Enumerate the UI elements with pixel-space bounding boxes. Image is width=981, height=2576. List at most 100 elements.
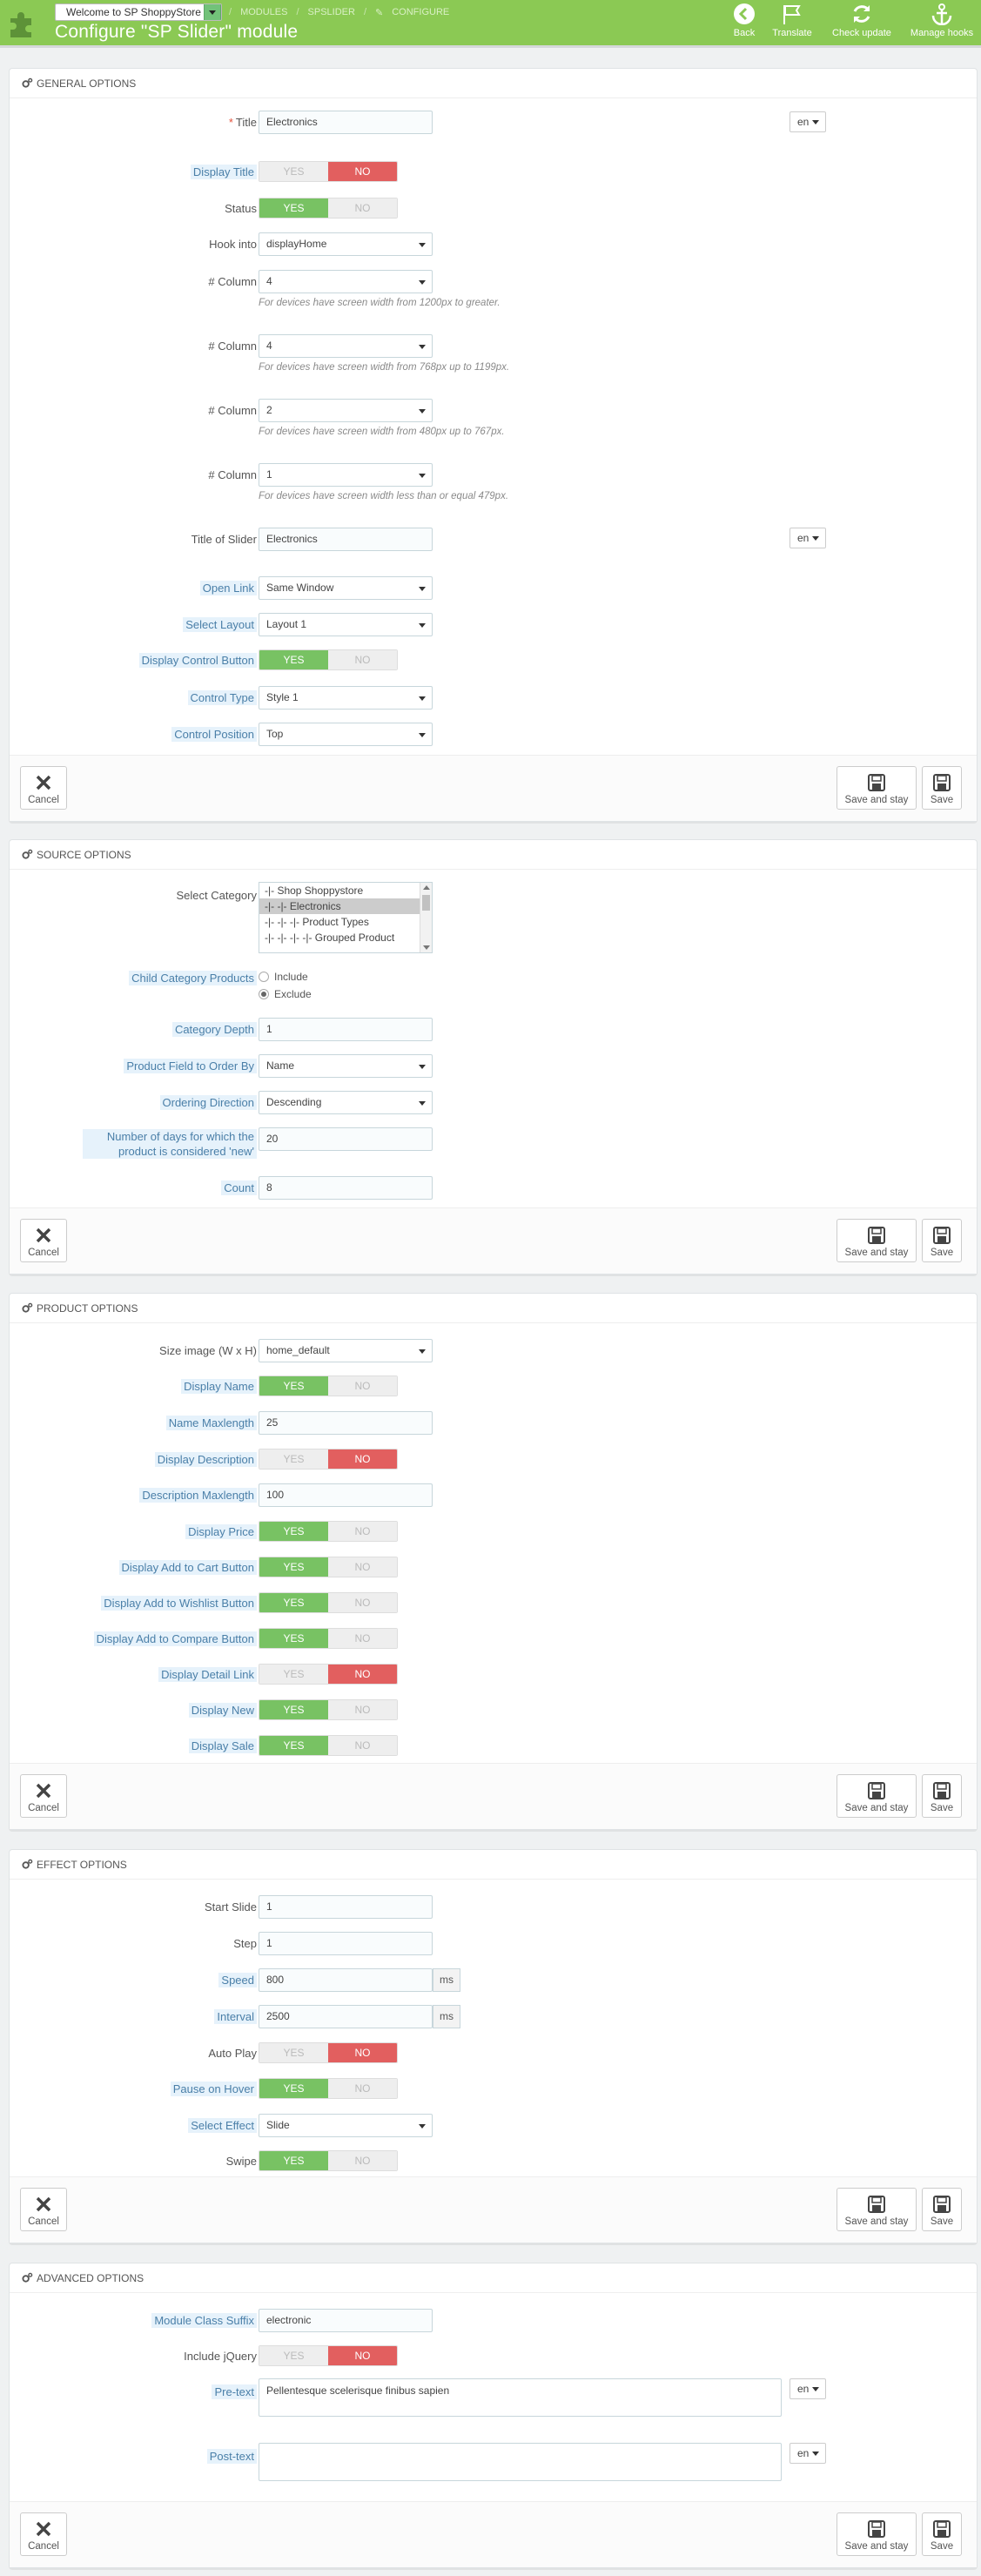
listbox-scrollbar[interactable]: [420, 883, 432, 952]
step-input[interactable]: 1: [259, 1932, 433, 1955]
title-input[interactable]: Electronics: [259, 111, 433, 134]
child-category-label: Child Category Products: [129, 971, 257, 985]
detail-link-switch[interactable]: YES NO: [259, 1664, 398, 1685]
page-title: Configure "SP Slider" module: [55, 22, 299, 42]
slider-title-input[interactable]: Electronics: [259, 528, 433, 551]
class-suffix-input[interactable]: electronic: [259, 2309, 433, 2332]
category-option[interactable]: -|- -|- -|- -|- Grouped Product: [259, 930, 420, 945]
detail-link-label: Display Detail Link: [158, 1667, 257, 1682]
save-button[interactable]: Save: [922, 1774, 962, 1818]
column-help-4: For devices have screen width less than …: [259, 491, 509, 501]
add-to-cart-switch[interactable]: YES NO: [259, 1557, 398, 1577]
category-option[interactable]: -|- -|- Electronics: [259, 898, 420, 914]
open-link-select[interactable]: Same Window: [259, 576, 433, 600]
close-icon: [36, 1227, 51, 1243]
category-option[interactable]: -|- Shop Shoppystore: [259, 883, 420, 898]
swipe-switch[interactable]: YES NO: [259, 2150, 398, 2171]
display-price-switch[interactable]: YES NO: [259, 1521, 398, 1542]
control-position-select[interactable]: Top: [259, 723, 433, 746]
translate-button[interactable]: Translate: [768, 3, 816, 43]
panel-footer: Cancel Save and stay Save: [10, 1763, 977, 1829]
floppy-icon: [933, 774, 951, 791]
control-type-select[interactable]: Style 1: [259, 686, 433, 710]
cancel-button[interactable]: Cancel: [20, 766, 67, 810]
display-description-label: Display Description: [154, 1452, 257, 1467]
column-select-1[interactable]: 4: [259, 270, 433, 293]
select-layout-label: Select Layout: [183, 617, 257, 632]
slider-title-lang-select[interactable]: en: [790, 528, 826, 548]
save-button[interactable]: Save: [922, 766, 962, 810]
floppy-icon: [868, 2520, 885, 2538]
status-switch[interactable]: YES NO: [259, 198, 398, 219]
category-option[interactable]: -|- -|- -|- Product Types: [259, 914, 420, 930]
description-maxlength-input[interactable]: 100: [259, 1483, 433, 1507]
save-and-stay-button[interactable]: Save and stay: [837, 766, 917, 810]
chevron-down-icon[interactable]: [204, 4, 221, 20]
pre-text-lang-select[interactable]: en: [790, 2378, 826, 2399]
start-slide-input[interactable]: 1: [259, 1895, 433, 1919]
interval-label: Interval: [214, 2009, 257, 2024]
swipe-label: Swipe: [225, 2155, 257, 2168]
column-select-4[interactable]: 1: [259, 463, 433, 487]
column-select-2[interactable]: 4: [259, 334, 433, 358]
count-input[interactable]: 8: [259, 1176, 433, 1200]
interval-input[interactable]: 2500: [259, 2005, 433, 2028]
save-button[interactable]: Save: [922, 2512, 962, 2556]
column-select-3[interactable]: 2: [259, 399, 433, 422]
cancel-button[interactable]: Cancel: [20, 1219, 67, 1262]
back-button[interactable]: Back: [731, 3, 757, 43]
start-slide-label: Start Slide: [205, 1900, 257, 1914]
check-update-button[interactable]: Check update: [827, 3, 897, 43]
add-to-compare-switch[interactable]: YES NO: [259, 1628, 398, 1649]
new-days-input[interactable]: 20: [259, 1127, 433, 1151]
save-button[interactable]: Save: [922, 1219, 962, 1262]
category-listbox[interactable]: -|- Shop Shoppystore -|- -|- Electronics…: [259, 882, 433, 953]
display-title-switch[interactable]: YES NO: [259, 161, 398, 182]
save-button[interactable]: Save: [922, 2188, 962, 2231]
size-image-label: Size image (W x H): [159, 1344, 257, 1357]
exclude-radio[interactable]: Exclude: [259, 988, 312, 1000]
save-and-stay-button[interactable]: Save and stay: [837, 2512, 917, 2556]
manage-hooks-button[interactable]: Manage hooks: [905, 3, 978, 43]
name-maxlength-input[interactable]: 25: [259, 1411, 433, 1435]
display-description-switch[interactable]: YES NO: [259, 1449, 398, 1470]
include-radio[interactable]: Include: [259, 971, 308, 983]
add-to-wishlist-switch[interactable]: YES NO: [259, 1592, 398, 1613]
control-position-label: Control Position: [171, 727, 257, 742]
category-depth-input[interactable]: 1: [259, 1018, 433, 1041]
save-and-stay-button[interactable]: Save and stay: [837, 1774, 917, 1818]
pause-on-hover-switch[interactable]: YES NO: [259, 2078, 398, 2099]
order-by-select[interactable]: Name: [259, 1054, 433, 1078]
pre-text-textarea[interactable]: Pellentesque scelerisque finibus sapien: [259, 2378, 782, 2417]
post-text-lang-select[interactable]: en: [790, 2443, 826, 2464]
breadcrumb-modules[interactable]: MODULES: [240, 7, 287, 17]
post-text-textarea[interactable]: [259, 2443, 782, 2481]
ordering-direction-label: Ordering Direction: [159, 1095, 257, 1110]
save-and-stay-button[interactable]: Save and stay: [837, 2188, 917, 2231]
select-effect-select[interactable]: Slide: [259, 2114, 433, 2137]
title-lang-select[interactable]: en: [790, 111, 826, 132]
speed-label: Speed: [218, 1973, 257, 1987]
hook-select[interactable]: displayHome: [259, 232, 433, 256]
display-control-button-switch[interactable]: YES NO: [259, 649, 398, 670]
cancel-button[interactable]: Cancel: [20, 2512, 67, 2556]
manage-hooks-label: Manage hooks: [910, 28, 974, 38]
cancel-button[interactable]: Cancel: [20, 2188, 67, 2231]
display-name-label: Display Name: [181, 1379, 257, 1394]
display-new-switch[interactable]: YES NO: [259, 1699, 398, 1720]
cogs-icon: [22, 849, 33, 859]
save-and-stay-button[interactable]: Save and stay: [837, 1219, 917, 1262]
auto-play-switch[interactable]: YES NO: [259, 2042, 398, 2063]
display-sale-switch[interactable]: YES NO: [259, 1735, 398, 1756]
shop-selector[interactable]: Welcome to SP ShoppyStore: [55, 3, 222, 21]
cancel-button[interactable]: Cancel: [20, 1774, 67, 1818]
display-name-switch[interactable]: YES NO: [259, 1375, 398, 1396]
speed-unit: ms: [433, 1968, 460, 1992]
include-jquery-switch[interactable]: YES NO: [259, 2345, 398, 2366]
breadcrumb-spslider[interactable]: SPSLIDER: [308, 7, 355, 17]
hook-label: Hook into: [209, 238, 257, 251]
speed-input[interactable]: 800: [259, 1968, 433, 1992]
size-image-select[interactable]: home_default: [259, 1339, 433, 1362]
select-layout-select[interactable]: Layout 1: [259, 613, 433, 636]
ordering-direction-select[interactable]: Descending: [259, 1091, 433, 1114]
